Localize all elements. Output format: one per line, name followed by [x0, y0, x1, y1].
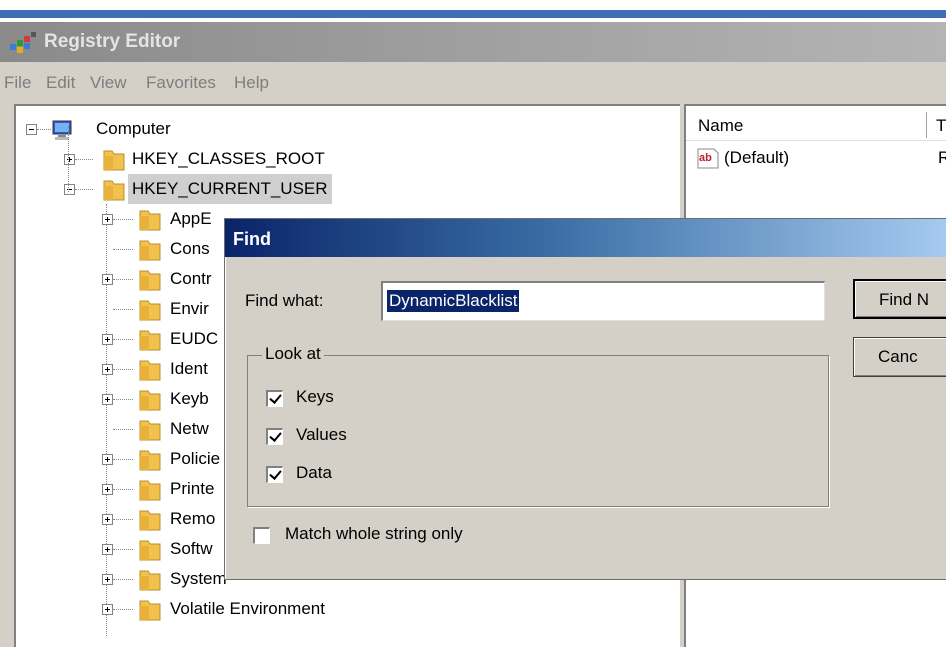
tree-label-subkey: Volatile Environment — [170, 599, 325, 618]
cancel-label: Canc — [878, 347, 918, 366]
values-label[interactable]: Values — [296, 425, 347, 445]
find-what-input[interactable]: DynamicBlacklist — [381, 281, 825, 321]
column-separator[interactable] — [926, 112, 927, 138]
menu-favorites[interactable]: Favorites — [146, 73, 216, 93]
expand-icon[interactable] — [102, 334, 113, 345]
folder-icon — [103, 150, 125, 171]
data-label[interactable]: Data — [296, 463, 332, 483]
data-checkbox[interactable] — [266, 466, 283, 483]
expand-icon[interactable] — [102, 514, 113, 525]
tree-item-hkcr[interactable]: HKEY_CLASSES_ROOT — [16, 144, 616, 174]
tree-label-computer: Computer — [96, 119, 171, 138]
menu-bar: File Edit View Favorites Help — [0, 62, 946, 102]
find-dialog: Find Find what: DynamicBlacklist Find N … — [224, 218, 946, 580]
folder-icon — [139, 360, 161, 381]
expand-icon[interactable] — [102, 454, 113, 465]
match-whole-checkbox[interactable] — [253, 527, 270, 544]
tree-item-subkey[interactable]: Volatile Environment — [16, 594, 616, 624]
look-at-group: Look at Keys Values Data — [247, 344, 829, 507]
computer-icon — [52, 120, 72, 140]
tree-item-computer[interactable]: Computer — [16, 114, 616, 144]
folder-icon — [139, 240, 161, 261]
string-value-icon: ab — [697, 148, 719, 169]
tree-label-subkey: System — [170, 569, 227, 588]
folder-icon — [139, 270, 161, 291]
expand-icon[interactable] — [102, 394, 113, 405]
folder-icon — [139, 570, 161, 591]
expand-icon[interactable] — [102, 574, 113, 585]
expand-icon[interactable] — [102, 604, 113, 615]
collapse-icon[interactable] — [26, 124, 37, 135]
folder-icon — [139, 540, 161, 561]
tree-label-subkey: Ident — [170, 359, 208, 378]
menu-help[interactable]: Help — [234, 73, 269, 93]
folder-icon — [139, 600, 161, 621]
registry-editor-icon — [10, 32, 36, 53]
find-what-label: Find what: — [245, 291, 324, 310]
tree-label-subkey: Envir — [170, 299, 209, 318]
svg-text:ab: ab — [699, 152, 712, 164]
find-what-value: DynamicBlacklist — [387, 290, 520, 312]
open-folder-icon — [103, 180, 125, 201]
find-next-label: Find N — [879, 290, 930, 309]
value-type: R — [938, 148, 946, 168]
tree-label-subkey: Netw — [170, 419, 209, 438]
expand-icon[interactable] — [102, 214, 113, 225]
title-bar[interactable]: Registry Editor — [0, 22, 946, 62]
tree-label-subkey: Keyb — [170, 389, 209, 408]
tree-label-subkey: Printe — [170, 479, 215, 498]
folder-icon — [139, 300, 161, 321]
match-whole-label[interactable]: Match whole string only — [285, 524, 463, 544]
menu-view[interactable]: View — [90, 73, 127, 93]
window-title: Registry Editor — [44, 31, 181, 52]
tree-label-subkey: Softw — [170, 539, 213, 558]
tree-label-hkcr: HKEY_CLASSES_ROOT — [132, 149, 325, 168]
expand-icon[interactable] — [102, 274, 113, 285]
tree-label-subkey: Policie — [170, 449, 221, 468]
tree-label-subkey: Remo — [170, 509, 216, 528]
keys-label[interactable]: Keys — [296, 387, 334, 407]
dialog-title-bar[interactable]: Find — [225, 219, 946, 257]
dialog-title: Find — [233, 229, 271, 249]
keys-checkbox[interactable] — [266, 390, 283, 407]
cancel-button[interactable]: Canc — [853, 337, 946, 377]
find-next-button[interactable]: Find N — [853, 279, 946, 319]
folder-icon — [139, 420, 161, 441]
tree-label-subkey: Cons — [170, 239, 210, 258]
tree-label-hkcu: HKEY_CURRENT_USER — [128, 174, 332, 204]
folder-icon — [139, 450, 161, 471]
column-type[interactable]: T — [936, 116, 946, 136]
folder-icon — [139, 330, 161, 351]
look-at-label: Look at — [262, 344, 324, 364]
expand-icon[interactable] — [102, 484, 113, 495]
value-name[interactable]: (Default) — [724, 148, 789, 168]
tree-item-hkcu[interactable]: HKEY_CURRENT_USER — [16, 174, 616, 204]
tree-label-subkey: EUDC — [170, 329, 219, 348]
expand-icon[interactable] — [102, 544, 113, 555]
tree-label-subkey: AppE — [170, 209, 212, 228]
folder-icon — [139, 510, 161, 531]
column-name[interactable]: Name — [698, 116, 743, 136]
tree-label-subkey: Contr — [170, 269, 212, 288]
menu-file[interactable]: File — [4, 73, 31, 93]
folder-icon — [139, 390, 161, 411]
folder-icon — [139, 480, 161, 501]
desktop-strip — [0, 0, 946, 22]
menu-edit[interactable]: Edit — [46, 73, 75, 93]
folder-icon — [139, 210, 161, 231]
expand-icon[interactable] — [102, 364, 113, 375]
values-checkbox[interactable] — [266, 428, 283, 445]
